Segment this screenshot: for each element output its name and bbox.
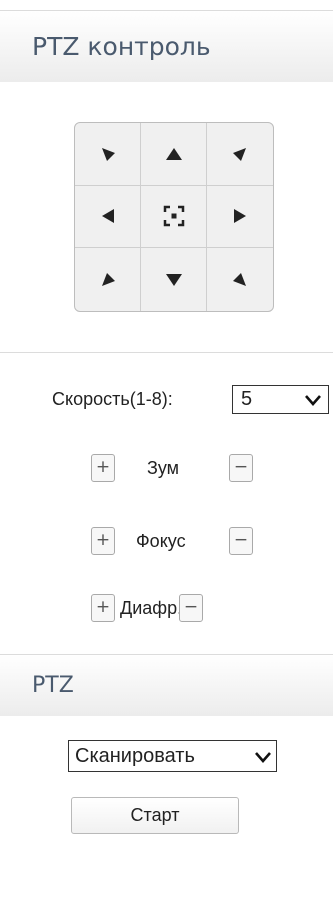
speed-row: Скорость(1-8): 5	[0, 385, 333, 415]
iris-label: Диафр.	[120, 598, 183, 618]
focus-label: Фокус	[136, 531, 186, 551]
zoom-out-button[interactable]: −	[229, 454, 253, 482]
pan-up-button[interactable]	[141, 123, 207, 186]
start-button[interactable]: Старт	[71, 797, 239, 834]
ptz-header: PTZ	[0, 654, 333, 716]
arrow-down-left-icon	[101, 272, 115, 286]
pan-up-right-button[interactable]	[207, 123, 273, 186]
focus-near-button[interactable]: +	[91, 527, 115, 555]
pan-down-left-button[interactable]	[75, 248, 141, 311]
focus-far-button[interactable]: −	[229, 527, 253, 555]
ptz-control-title: PTZ контроль	[32, 32, 211, 61]
iris-row: + Диафр. −	[0, 594, 333, 626]
arrow-up-left-icon	[101, 147, 115, 161]
zoom-label: Зум	[147, 458, 180, 478]
iris-close-button[interactable]: −	[179, 594, 203, 622]
arrow-up-right-icon	[233, 147, 246, 161]
pan-down-right-button[interactable]	[207, 248, 273, 311]
arrow-down-right-icon	[233, 272, 246, 286]
center-focus-icon	[163, 206, 184, 227]
focus-row: + Фокус −	[0, 527, 333, 559]
speed-select[interactable]: 5	[232, 385, 329, 414]
ptz-mode-value: Сканировать	[75, 745, 195, 767]
ptz-home-button[interactable]	[141, 185, 207, 249]
arrow-down-icon	[165, 273, 182, 286]
ptz-panel: PTZ контроль Скорость(1-8): 5 + Зум − + …	[0, 0, 333, 913]
ptz-control-header: PTZ контроль	[0, 10, 333, 82]
zoom-row: + Зум −	[0, 454, 333, 486]
pan-up-left-button[interactable]	[75, 123, 141, 186]
ptz-direction-pad	[74, 122, 274, 312]
arrow-left-icon	[101, 209, 114, 224]
ptz-title: PTZ	[32, 673, 74, 698]
ptz-mode-select[interactable]: Сканировать	[68, 740, 277, 772]
speed-value: 5	[241, 388, 253, 410]
arrow-right-icon	[234, 209, 246, 224]
chevron-down-icon	[255, 752, 271, 763]
pan-left-button[interactable]	[75, 185, 141, 249]
iris-open-button[interactable]: +	[91, 594, 115, 622]
arrow-up-icon	[165, 147, 182, 160]
pan-down-button[interactable]	[141, 248, 207, 311]
section-divider	[0, 352, 333, 353]
pan-right-button[interactable]	[207, 186, 273, 249]
chevron-down-icon	[305, 395, 321, 406]
speed-label: Скорость(1-8):	[52, 389, 173, 409]
zoom-in-button[interactable]: +	[91, 454, 115, 482]
